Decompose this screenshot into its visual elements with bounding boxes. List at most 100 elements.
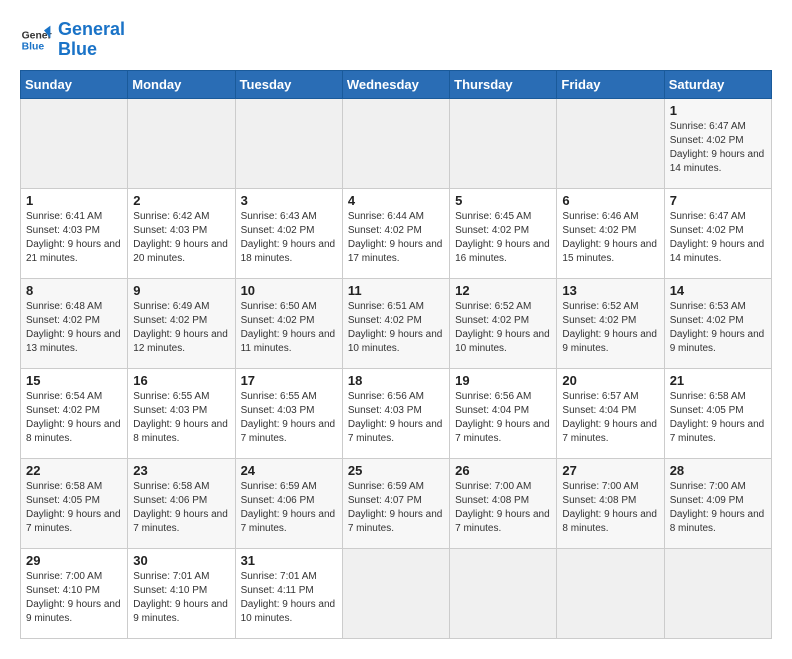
day-info: Sunrise: 6:44 AMSunset: 4:02 PMDaylight:… (348, 211, 443, 264)
weekday-header-monday: Monday (128, 70, 235, 98)
day-number: 24 (241, 463, 337, 478)
calendar-cell: 24 Sunrise: 6:59 AMSunset: 4:06 PMDaylig… (235, 458, 342, 548)
calendar-cell (664, 548, 771, 638)
svg-text:Blue: Blue (22, 41, 45, 52)
day-number: 5 (455, 193, 551, 208)
calendar-cell: 29 Sunrise: 7:00 AMSunset: 4:10 PMDaylig… (21, 548, 128, 638)
day-info: Sunrise: 6:47 AMSunset: 4:02 PMDaylight:… (670, 211, 765, 264)
weekday-header-sunday: Sunday (21, 70, 128, 98)
calendar-cell: 23 Sunrise: 6:58 AMSunset: 4:06 PMDaylig… (128, 458, 235, 548)
calendar-cell (235, 98, 342, 188)
weekday-header-tuesday: Tuesday (235, 70, 342, 98)
calendar-cell: 16 Sunrise: 6:55 AMSunset: 4:03 PMDaylig… (128, 368, 235, 458)
day-info: Sunrise: 6:45 AMSunset: 4:02 PMDaylight:… (455, 211, 550, 264)
day-info: Sunrise: 6:51 AMSunset: 4:02 PMDaylight:… (348, 301, 443, 354)
day-info: Sunrise: 6:43 AMSunset: 4:02 PMDaylight:… (241, 211, 336, 264)
calendar-cell (557, 98, 664, 188)
calendar-cell: 14 Sunrise: 6:53 AMSunset: 4:02 PMDaylig… (664, 278, 771, 368)
day-number: 1 (26, 193, 122, 208)
day-number: 15 (26, 373, 122, 388)
calendar-cell: 25 Sunrise: 6:59 AMSunset: 4:07 PMDaylig… (342, 458, 449, 548)
day-info: Sunrise: 6:54 AMSunset: 4:02 PMDaylight:… (26, 391, 121, 444)
calendar-cell: 20 Sunrise: 6:57 AMSunset: 4:04 PMDaylig… (557, 368, 664, 458)
calendar-cell: 1 Sunrise: 6:47 AMSunset: 4:02 PMDayligh… (664, 98, 771, 188)
calendar-cell: 3 Sunrise: 6:43 AMSunset: 4:02 PMDayligh… (235, 188, 342, 278)
calendar-week-3: 8 Sunrise: 6:48 AMSunset: 4:02 PMDayligh… (21, 278, 772, 368)
weekday-header-thursday: Thursday (450, 70, 557, 98)
calendar-body: 1 Sunrise: 6:47 AMSunset: 4:02 PMDayligh… (21, 98, 772, 638)
calendar-cell (557, 548, 664, 638)
day-number: 6 (562, 193, 658, 208)
day-info: Sunrise: 6:59 AMSunset: 4:06 PMDaylight:… (241, 481, 336, 534)
day-number: 8 (26, 283, 122, 298)
day-info: Sunrise: 6:50 AMSunset: 4:02 PMDaylight:… (241, 301, 336, 354)
day-number: 9 (133, 283, 229, 298)
calendar-cell (342, 548, 449, 638)
day-info: Sunrise: 7:01 AMSunset: 4:11 PMDaylight:… (241, 571, 336, 624)
calendar-cell: 31 Sunrise: 7:01 AMSunset: 4:11 PMDaylig… (235, 548, 342, 638)
calendar-cell: 10 Sunrise: 6:50 AMSunset: 4:02 PMDaylig… (235, 278, 342, 368)
day-info: Sunrise: 7:00 AMSunset: 4:10 PMDaylight:… (26, 571, 121, 624)
day-number: 12 (455, 283, 551, 298)
logo-icon: General Blue (20, 24, 52, 56)
weekday-header-row: SundayMondayTuesdayWednesdayThursdayFrid… (21, 70, 772, 98)
day-number: 20 (562, 373, 658, 388)
calendar-cell: 17 Sunrise: 6:55 AMSunset: 4:03 PMDaylig… (235, 368, 342, 458)
calendar-cell: 22 Sunrise: 6:58 AMSunset: 4:05 PMDaylig… (21, 458, 128, 548)
day-info: Sunrise: 6:56 AMSunset: 4:04 PMDaylight:… (455, 391, 550, 444)
calendar-cell: 15 Sunrise: 6:54 AMSunset: 4:02 PMDaylig… (21, 368, 128, 458)
logo: General Blue General Blue (20, 20, 125, 60)
page-header: General Blue General Blue (20, 20, 772, 60)
calendar-week-6: 29 Sunrise: 7:00 AMSunset: 4:10 PMDaylig… (21, 548, 772, 638)
day-number: 19 (455, 373, 551, 388)
calendar-cell: 6 Sunrise: 6:46 AMSunset: 4:02 PMDayligh… (557, 188, 664, 278)
day-number: 18 (348, 373, 444, 388)
day-info: Sunrise: 6:55 AMSunset: 4:03 PMDaylight:… (241, 391, 336, 444)
calendar-cell: 8 Sunrise: 6:48 AMSunset: 4:02 PMDayligh… (21, 278, 128, 368)
day-info: Sunrise: 6:58 AMSunset: 4:06 PMDaylight:… (133, 481, 228, 534)
day-number: 2 (133, 193, 229, 208)
logo-general: General (58, 19, 125, 39)
day-info: Sunrise: 7:00 AMSunset: 4:08 PMDaylight:… (562, 481, 657, 534)
day-info: Sunrise: 6:55 AMSunset: 4:03 PMDaylight:… (133, 391, 228, 444)
day-number: 28 (670, 463, 766, 478)
calendar-cell: 18 Sunrise: 6:56 AMSunset: 4:03 PMDaylig… (342, 368, 449, 458)
day-info: Sunrise: 6:57 AMSunset: 4:04 PMDaylight:… (562, 391, 657, 444)
day-info: Sunrise: 6:52 AMSunset: 4:02 PMDaylight:… (455, 301, 550, 354)
day-number: 1 (670, 103, 766, 118)
day-info: Sunrise: 6:56 AMSunset: 4:03 PMDaylight:… (348, 391, 443, 444)
calendar-cell (450, 98, 557, 188)
day-number: 27 (562, 463, 658, 478)
day-info: Sunrise: 6:58 AMSunset: 4:05 PMDaylight:… (670, 391, 765, 444)
day-number: 13 (562, 283, 658, 298)
day-info: Sunrise: 6:48 AMSunset: 4:02 PMDaylight:… (26, 301, 121, 354)
weekday-header-wednesday: Wednesday (342, 70, 449, 98)
day-info: Sunrise: 6:59 AMSunset: 4:07 PMDaylight:… (348, 481, 443, 534)
day-number: 3 (241, 193, 337, 208)
day-number: 22 (26, 463, 122, 478)
calendar-week-5: 22 Sunrise: 6:58 AMSunset: 4:05 PMDaylig… (21, 458, 772, 548)
calendar-week-1: 1 Sunrise: 6:47 AMSunset: 4:02 PMDayligh… (21, 98, 772, 188)
day-info: Sunrise: 6:47 AMSunset: 4:02 PMDaylight:… (670, 121, 765, 174)
calendar-cell: 19 Sunrise: 6:56 AMSunset: 4:04 PMDaylig… (450, 368, 557, 458)
calendar-cell (450, 548, 557, 638)
calendar-cell: 27 Sunrise: 7:00 AMSunset: 4:08 PMDaylig… (557, 458, 664, 548)
calendar-header: SundayMondayTuesdayWednesdayThursdayFrid… (21, 70, 772, 98)
day-number: 21 (670, 373, 766, 388)
day-info: Sunrise: 6:49 AMSunset: 4:02 PMDaylight:… (133, 301, 228, 354)
logo-text: General Blue (58, 20, 125, 60)
calendar-cell (342, 98, 449, 188)
calendar-cell (128, 98, 235, 188)
day-number: 26 (455, 463, 551, 478)
day-info: Sunrise: 6:58 AMSunset: 4:05 PMDaylight:… (26, 481, 121, 534)
calendar-cell (21, 98, 128, 188)
calendar-table: SundayMondayTuesdayWednesdayThursdayFrid… (20, 70, 772, 639)
day-number: 29 (26, 553, 122, 568)
calendar-cell: 11 Sunrise: 6:51 AMSunset: 4:02 PMDaylig… (342, 278, 449, 368)
calendar-week-4: 15 Sunrise: 6:54 AMSunset: 4:02 PMDaylig… (21, 368, 772, 458)
day-number: 4 (348, 193, 444, 208)
day-number: 16 (133, 373, 229, 388)
day-number: 23 (133, 463, 229, 478)
day-number: 11 (348, 283, 444, 298)
day-number: 25 (348, 463, 444, 478)
